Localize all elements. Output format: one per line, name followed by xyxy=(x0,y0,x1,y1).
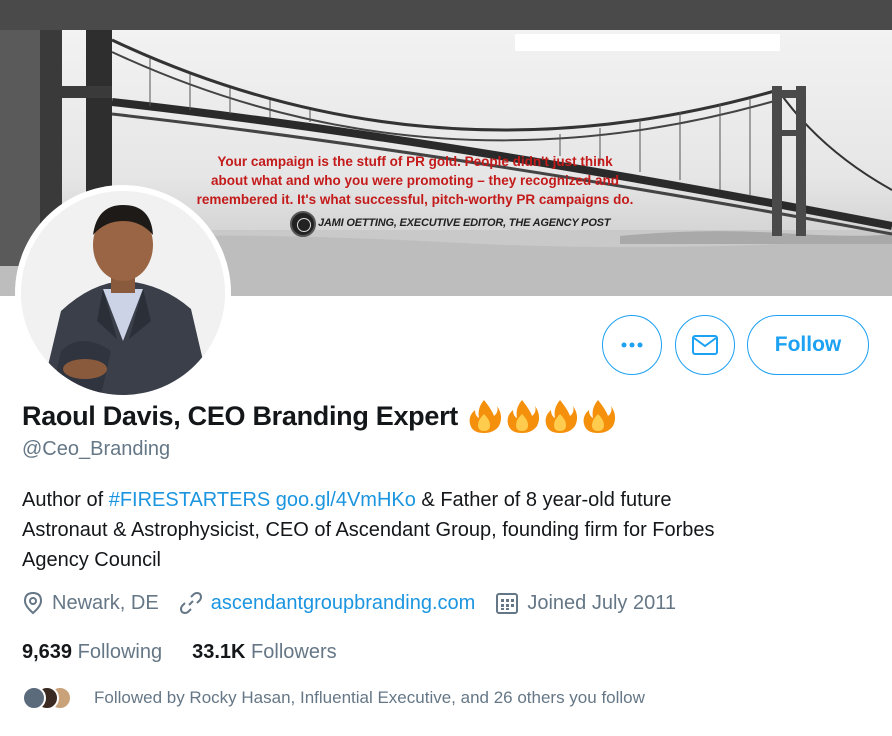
followed-by-avatars xyxy=(22,686,80,710)
agency-post-seal-icon xyxy=(290,211,316,237)
link-icon xyxy=(179,592,202,614)
fire-icon xyxy=(469,400,502,433)
more-icon xyxy=(621,342,643,348)
followed-by[interactable]: Followed by Rocky Hasan, Influential Exe… xyxy=(22,686,645,710)
quote-attribution: JAMI OETTING, EXECUTIVE EDITOR, THE AGEN… xyxy=(318,217,611,229)
bio-text: & Father of 8 year-old future xyxy=(415,489,672,511)
bio-text: Author of xyxy=(22,489,109,511)
location-icon xyxy=(23,591,43,615)
following-label: Following xyxy=(77,641,163,663)
bio-text: Agency Council xyxy=(22,549,161,571)
profile-stats: 9,639 Following 33.1K Followers xyxy=(22,641,367,664)
banner-white-bar xyxy=(515,34,780,51)
bio-short-link[interactable]: goo.gl/4VmHKo xyxy=(276,489,416,511)
fire-icon xyxy=(507,400,540,433)
profile-bio: Author of #FIRESTARTERS goo.gl/4VmHKo & … xyxy=(22,485,872,575)
profile-name: Raoul Davis, CEO Branding Expert xyxy=(22,400,458,431)
following-stat[interactable]: 9,639 Following xyxy=(22,641,162,664)
quote-line: remembered it. It's what successful, pit… xyxy=(196,192,634,207)
calendar-icon xyxy=(496,593,519,614)
message-button[interactable] xyxy=(675,315,735,375)
avatar xyxy=(22,686,46,710)
website-item: ascendantgroupbranding.com xyxy=(179,591,476,615)
website-link[interactable]: ascendantgroupbranding.com xyxy=(211,592,476,615)
fire-icon xyxy=(583,400,616,433)
followers-stat[interactable]: 33.1K Followers xyxy=(192,641,337,664)
avatar-photo xyxy=(21,191,225,395)
top-bar xyxy=(0,0,892,30)
mail-icon xyxy=(692,335,718,355)
profile-meta: Newark, DE ascendantgroupbranding.com Jo… xyxy=(22,591,696,615)
flame-emojis xyxy=(466,398,616,434)
more-options-button[interactable] xyxy=(602,315,662,375)
profile-name-row: Raoul Davis, CEO Branding Expert xyxy=(22,398,616,434)
banner-quote: Your campaign is the stuff of PR gold. P… xyxy=(100,152,730,209)
quote-line: about what and who you were promoting – … xyxy=(210,173,620,188)
followed-by-text: Followed by Rocky Hasan, Influential Exe… xyxy=(94,688,645,707)
joined-item: Joined July 2011 xyxy=(495,591,676,615)
followers-count: 33.1K xyxy=(192,641,246,663)
location-item: Newark, DE xyxy=(22,591,159,615)
hashtag-link[interactable]: #FIRESTARTERS xyxy=(109,489,271,511)
profile-avatar[interactable] xyxy=(15,185,231,401)
profile-handle: @Ceo_Branding xyxy=(22,438,171,460)
followers-label: Followers xyxy=(251,641,337,663)
bio-text: Astronaut & Astrophysicist, CEO of Ascen… xyxy=(22,519,715,541)
location-text: Newark, DE xyxy=(52,591,159,614)
fire-icon xyxy=(545,400,578,433)
quote-line: Your campaign is the stuff of PR gold. P… xyxy=(217,154,613,169)
following-count: 9,639 xyxy=(22,641,73,663)
joined-text: Joined July 2011 xyxy=(527,591,676,614)
follow-button[interactable]: Follow xyxy=(747,315,869,375)
